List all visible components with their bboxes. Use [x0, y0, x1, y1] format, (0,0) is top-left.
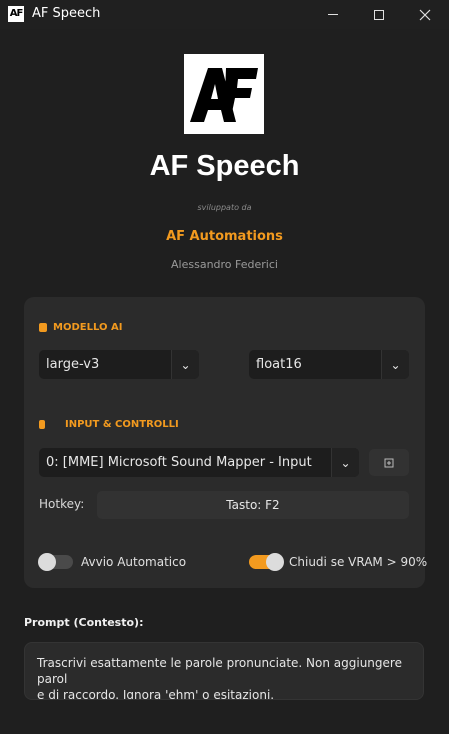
developed-by-label: sviluppato da [197, 203, 252, 212]
settings-card [24, 297, 425, 588]
minimize-icon [328, 14, 338, 15]
close-vram-toggle[interactable] [249, 553, 284, 571]
title-bar: AF AF Speech [0, 0, 449, 29]
chip-icon [39, 323, 47, 332]
toggle-knob [266, 553, 284, 571]
audio-device-select[interactable]: 0: [MME] Microsoft Sound Mapper - Input … [39, 448, 359, 477]
maximize-icon [374, 9, 384, 20]
company-name: AF Automations [166, 229, 283, 244]
model-select[interactable]: large-v3 ⌄ [39, 350, 199, 379]
af-logo [184, 54, 264, 134]
model-section-label: MODELLO AI [39, 322, 122, 333]
maximize-button[interactable] [356, 0, 402, 29]
model-select-value: large-v3 [46, 357, 100, 372]
close-icon [419, 9, 431, 20]
audio-device-value: 0: [MME] Microsoft Sound Mapper - Input [46, 455, 312, 470]
hotkey-field[interactable]: Tasto: F2 [97, 491, 409, 519]
minimize-button[interactable] [310, 0, 356, 29]
refresh-icon [384, 458, 394, 467]
toggle-knob [38, 553, 56, 571]
input-section-text: INPUT & CONTROLLI [65, 419, 179, 430]
hotkey-label: Hotkey: [39, 497, 85, 511]
refresh-devices-button[interactable] [369, 449, 409, 476]
microphone-icon [39, 420, 45, 429]
prompt-title: Prompt (Contesto): [24, 616, 144, 629]
chevron-down-icon[interactable]: ⌄ [381, 350, 409, 379]
close-button[interactable] [402, 0, 448, 29]
precision-select-value: float16 [256, 357, 302, 372]
app-title: AF Speech [149, 150, 300, 182]
auto-start-label: Avvio Automatico [81, 555, 187, 569]
window-title: AF Speech [32, 6, 101, 21]
app-icon: AF [8, 6, 24, 22]
author-name: Alessandro Federici [171, 258, 278, 271]
precision-select[interactable]: float16 ⌄ [249, 350, 409, 379]
close-vram-label: Chiudi se VRAM > 90% [289, 555, 428, 569]
chevron-down-icon[interactable]: ⌄ [331, 448, 359, 477]
prompt-textarea[interactable]: Trascrivi esattamente le parole pronunci… [24, 642, 424, 700]
chevron-down-icon[interactable]: ⌄ [171, 350, 199, 379]
model-section-text: MODELLO AI [53, 322, 123, 333]
auto-start-toggle[interactable] [38, 553, 73, 571]
input-section-label: INPUT & CONTROLLI [39, 419, 179, 430]
